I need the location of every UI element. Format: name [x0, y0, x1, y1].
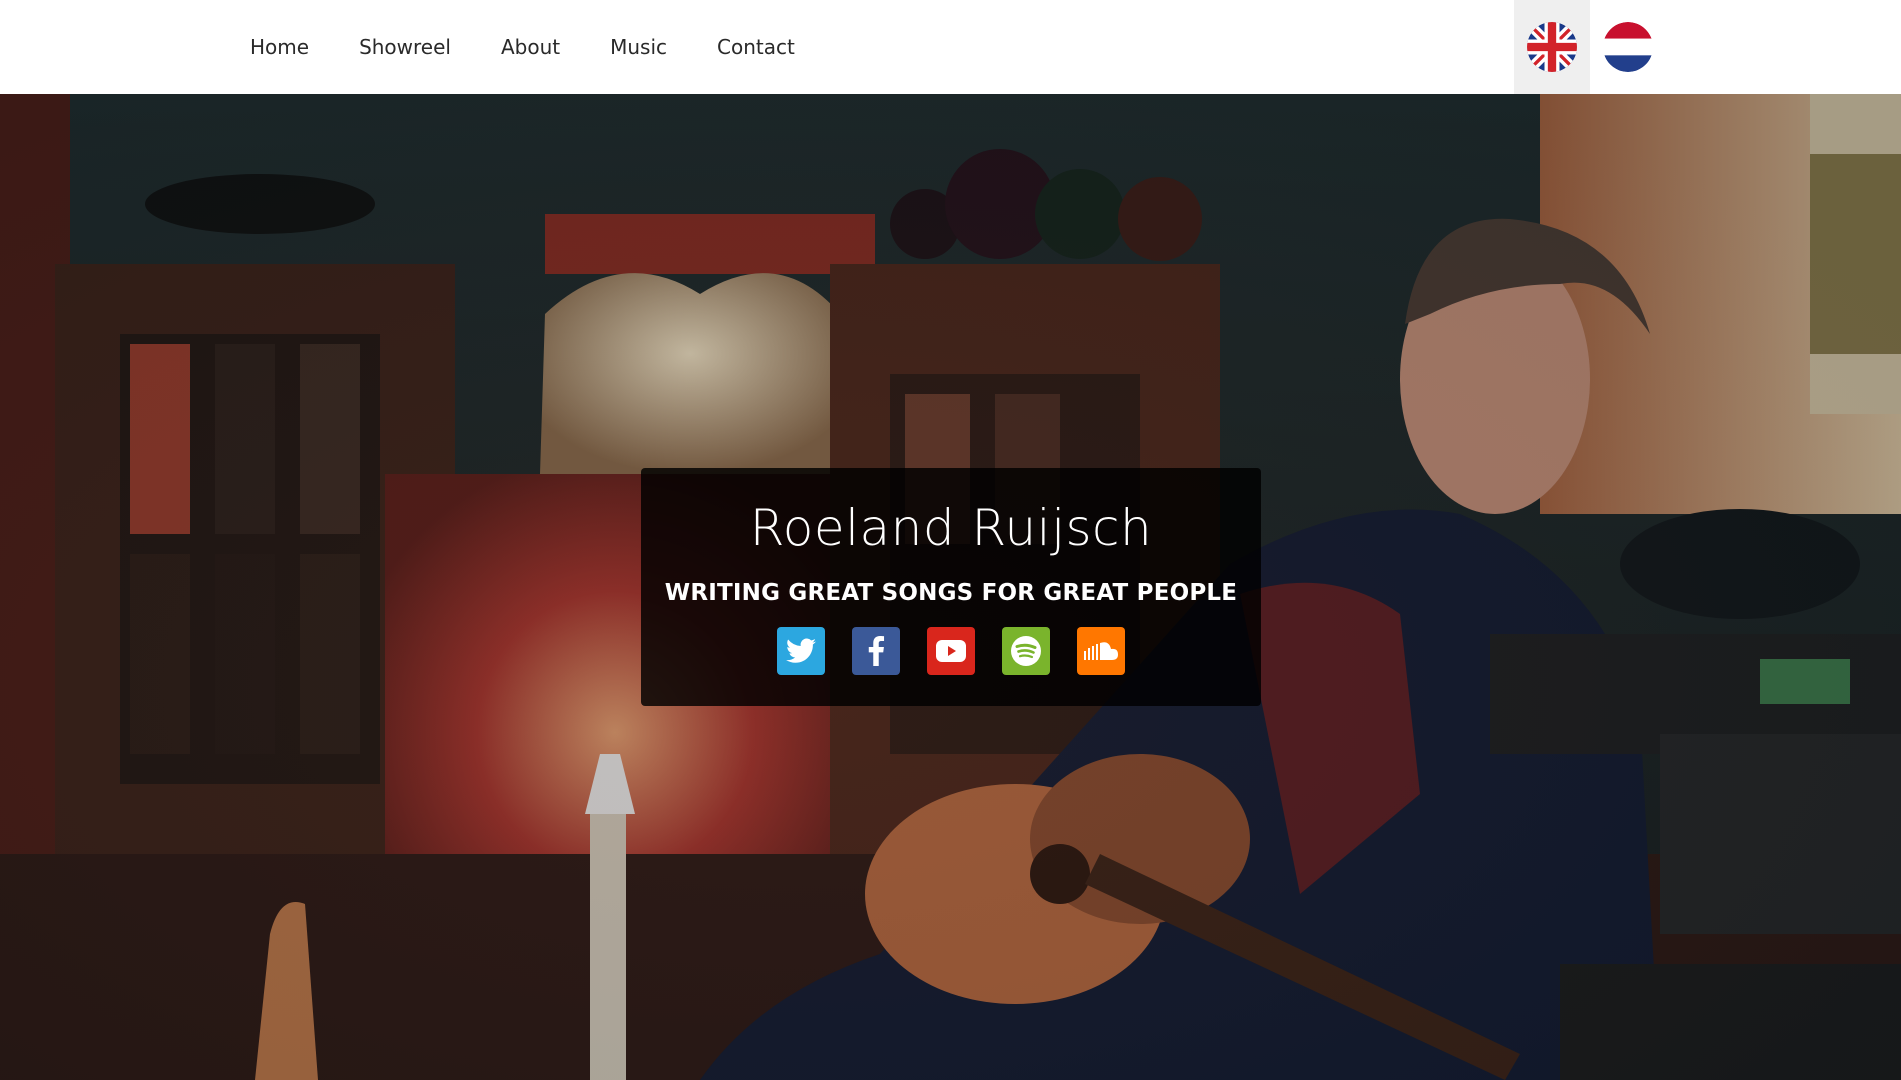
nav-item-about[interactable]: About — [501, 37, 560, 57]
hero-title-card: Roeland Ruijsch WRITING GREAT SONGS FOR … — [641, 468, 1261, 706]
nav-item-contact[interactable]: Contact — [717, 37, 795, 57]
top-navbar: Home Showreel About Music Contact — [0, 0, 1901, 94]
hero-section: Roeland Ruijsch WRITING GREAT SONGS FOR … — [0, 94, 1901, 1080]
facebook-icon — [868, 636, 885, 666]
spotify-icon — [1011, 636, 1041, 666]
netherlands-flag-icon — [1603, 22, 1653, 72]
nav-item-music[interactable]: Music — [610, 37, 667, 57]
nav-item-showreel[interactable]: Showreel — [359, 37, 451, 57]
language-dutch-button[interactable] — [1590, 0, 1666, 94]
twitter-link[interactable] — [777, 627, 825, 675]
youtube-icon — [936, 640, 966, 662]
page-title: Roeland Ruijsch — [749, 499, 1153, 557]
soundcloud-icon — [1084, 642, 1118, 660]
tagline: WRITING GREAT SONGS FOR GREAT PEOPLE — [664, 580, 1238, 606]
soundcloud-link[interactable] — [1077, 627, 1125, 675]
main-nav: Home Showreel About Music Contact — [250, 0, 845, 94]
youtube-link[interactable] — [927, 627, 975, 675]
facebook-link[interactable] — [852, 627, 900, 675]
language-english-button[interactable] — [1514, 0, 1590, 94]
social-links — [641, 627, 1261, 675]
uk-flag-icon — [1527, 22, 1577, 72]
nav-item-home[interactable]: Home — [250, 37, 309, 57]
twitter-icon — [786, 638, 816, 663]
spotify-link[interactable] — [1002, 627, 1050, 675]
